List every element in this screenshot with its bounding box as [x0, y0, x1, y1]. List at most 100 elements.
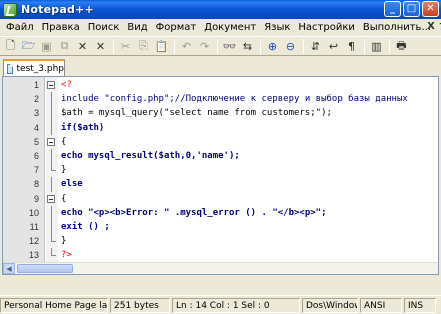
code-area[interactable]: 1 <? 2 include "config.php";//Подключение … [29, 78, 438, 274]
copy-icon[interactable]: ⎘ [135, 38, 152, 54]
sync-scroll-icon[interactable]: ⇵ [307, 38, 324, 54]
code-text: $ath = mysql_query("select name from cus… [61, 108, 332, 119]
indent-guide-icon[interactable]: ▥ [368, 38, 385, 54]
code-line: 9{ [34, 192, 438, 206]
fold-collapse-icon[interactable] [47, 194, 55, 203]
find-icon[interactable]: 👓 [221, 38, 238, 54]
zoom-out-icon[interactable]: ⊖ [282, 38, 299, 54]
code-text: if($ath) [61, 122, 105, 133]
code-text: echo mysql_result($ath,0,'name'); [61, 150, 240, 161]
menu-run[interactable]: Выполнить... [359, 22, 435, 33]
menu-document[interactable]: Документ [200, 22, 260, 33]
line-number: 6 [33, 150, 39, 161]
line-number: 10 [28, 207, 39, 218]
tab-test-3-php[interactable]: test_3.php [3, 59, 65, 76]
status-filetype: Personal Home Page langu [0, 297, 108, 313]
line-number: 3 [33, 108, 39, 119]
close-all-icon[interactable]: ✕ [92, 38, 109, 54]
menu-view[interactable]: Вид [123, 22, 151, 33]
fold-line [51, 92, 52, 107]
status-eol-format[interactable]: Dos\Windows [302, 297, 358, 313]
fold-end [51, 234, 56, 243]
fold-line [51, 219, 52, 235]
menu-file[interactable]: Файл [2, 22, 38, 33]
word-wrap-icon[interactable]: ↩ [325, 38, 342, 54]
fold-collapse-icon[interactable] [47, 81, 55, 89]
toolbar-separator [303, 38, 304, 54]
line-number: 8 [33, 179, 39, 190]
code-line: 6 echo mysql_result($ath,0,'name'); [34, 148, 438, 164]
replace-icon[interactable]: ⇆ [239, 38, 256, 54]
line-number: 9 [33, 193, 39, 204]
code-line: 2 include "config.php";//Подключение к се… [34, 92, 438, 107]
code-text: echo "<p><b>Error: " .mysql_error () . "… [61, 207, 327, 218]
status-insert-mode: INS [404, 297, 436, 313]
new-file-icon[interactable]: 🗋 [2, 38, 19, 54]
scrollbar-thumb[interactable] [17, 264, 73, 273]
close-document-icon[interactable]: X [425, 20, 437, 32]
line-number: 11 [29, 221, 39, 232]
toolbar-separator [364, 38, 365, 54]
show-all-chars-icon[interactable]: ¶ [343, 38, 360, 54]
title-bar: Notepad++ _ □ ✕ [0, 0, 441, 19]
menu-search[interactable]: Поиск [84, 22, 124, 33]
toolbar-separator [260, 38, 261, 54]
toolbar-separator [217, 38, 218, 54]
line-number: 5 [33, 136, 39, 147]
code-line: 10 echo "<p><b>Error: " .mysql_error () .… [29, 205, 438, 220]
code-text: } [61, 165, 67, 176]
menu-language[interactable]: Язык [260, 22, 294, 33]
status-cursor-position: Ln : 14 Col : 1 Sel : 0 [172, 297, 300, 313]
code-line: 7} [34, 163, 438, 177]
code-text: exit () ; [61, 221, 110, 232]
maximize-button[interactable]: □ [403, 1, 420, 17]
line-number: 2 [33, 94, 39, 105]
save-icon[interactable]: ▣ [38, 38, 55, 54]
code-line: 8 else [34, 177, 438, 192]
cut-icon[interactable]: ✂ [117, 38, 134, 54]
code-text: include "config.php";//Подключение к сер… [61, 94, 408, 105]
fold-line [51, 106, 52, 121]
scroll-left-icon[interactable]: ◀ [3, 263, 15, 274]
code-line: 5{ [34, 135, 438, 149]
menu-bar: Файл Правка Поиск Вид Формат Документ Яз… [0, 19, 441, 36]
menu-edit[interactable]: Правка [38, 22, 84, 33]
status-encoding[interactable]: ANSI [360, 297, 402, 313]
line-number: 12 [28, 236, 39, 247]
save-all-icon[interactable]: ⧉ [56, 38, 73, 54]
tab-strip: test_3.php [0, 56, 441, 76]
notepadpp-app-icon[interactable] [3, 2, 17, 17]
file-icon [7, 63, 15, 74]
fold-end [51, 163, 56, 172]
menu-settings[interactable]: Настройки [294, 22, 358, 33]
menu-format[interactable]: Формат [152, 22, 201, 33]
fold-collapse-icon[interactable] [47, 137, 55, 146]
code-text: ?> [61, 250, 72, 261]
fold-end [51, 248, 56, 257]
toolbar-separator [113, 38, 114, 54]
fold-line [51, 205, 52, 220]
code-editor[interactable]: 1 <? 2 include "config.php";//Подключение … [2, 76, 439, 275]
line-number: 7 [33, 165, 39, 176]
code-line: 11 exit () ; [30, 219, 438, 235]
paste-icon[interactable]: 📋 [153, 38, 170, 54]
line-number: 4 [33, 122, 39, 133]
open-file-icon[interactable]: 🗁 [20, 38, 37, 54]
close-button[interactable]: ✕ [422, 1, 439, 17]
horizontal-scrollbar[interactable]: ◀ [3, 262, 438, 274]
code-line: 3 $ath = mysql_query("select name from cu… [34, 106, 438, 121]
print-icon[interactable]: 🖶 [393, 38, 410, 54]
status-bar: Personal Home Page langu 251 bytes Ln : … [0, 295, 441, 314]
code-text: else [61, 179, 83, 190]
code-line: 13 ?> [29, 248, 438, 262]
fold-line [51, 177, 52, 192]
toolbar-separator [174, 38, 175, 54]
code-text: <? [61, 80, 72, 90]
undo-icon[interactable]: ↶ [178, 38, 195, 54]
minimize-button[interactable]: _ [384, 1, 401, 17]
zoom-in-icon[interactable]: ⊕ [264, 38, 281, 54]
close-file-icon[interactable]: ✕ [74, 38, 91, 54]
redo-icon[interactable]: ↷ [196, 38, 213, 54]
status-file-size: 251 bytes [110, 297, 170, 313]
code-text: { [61, 193, 67, 204]
